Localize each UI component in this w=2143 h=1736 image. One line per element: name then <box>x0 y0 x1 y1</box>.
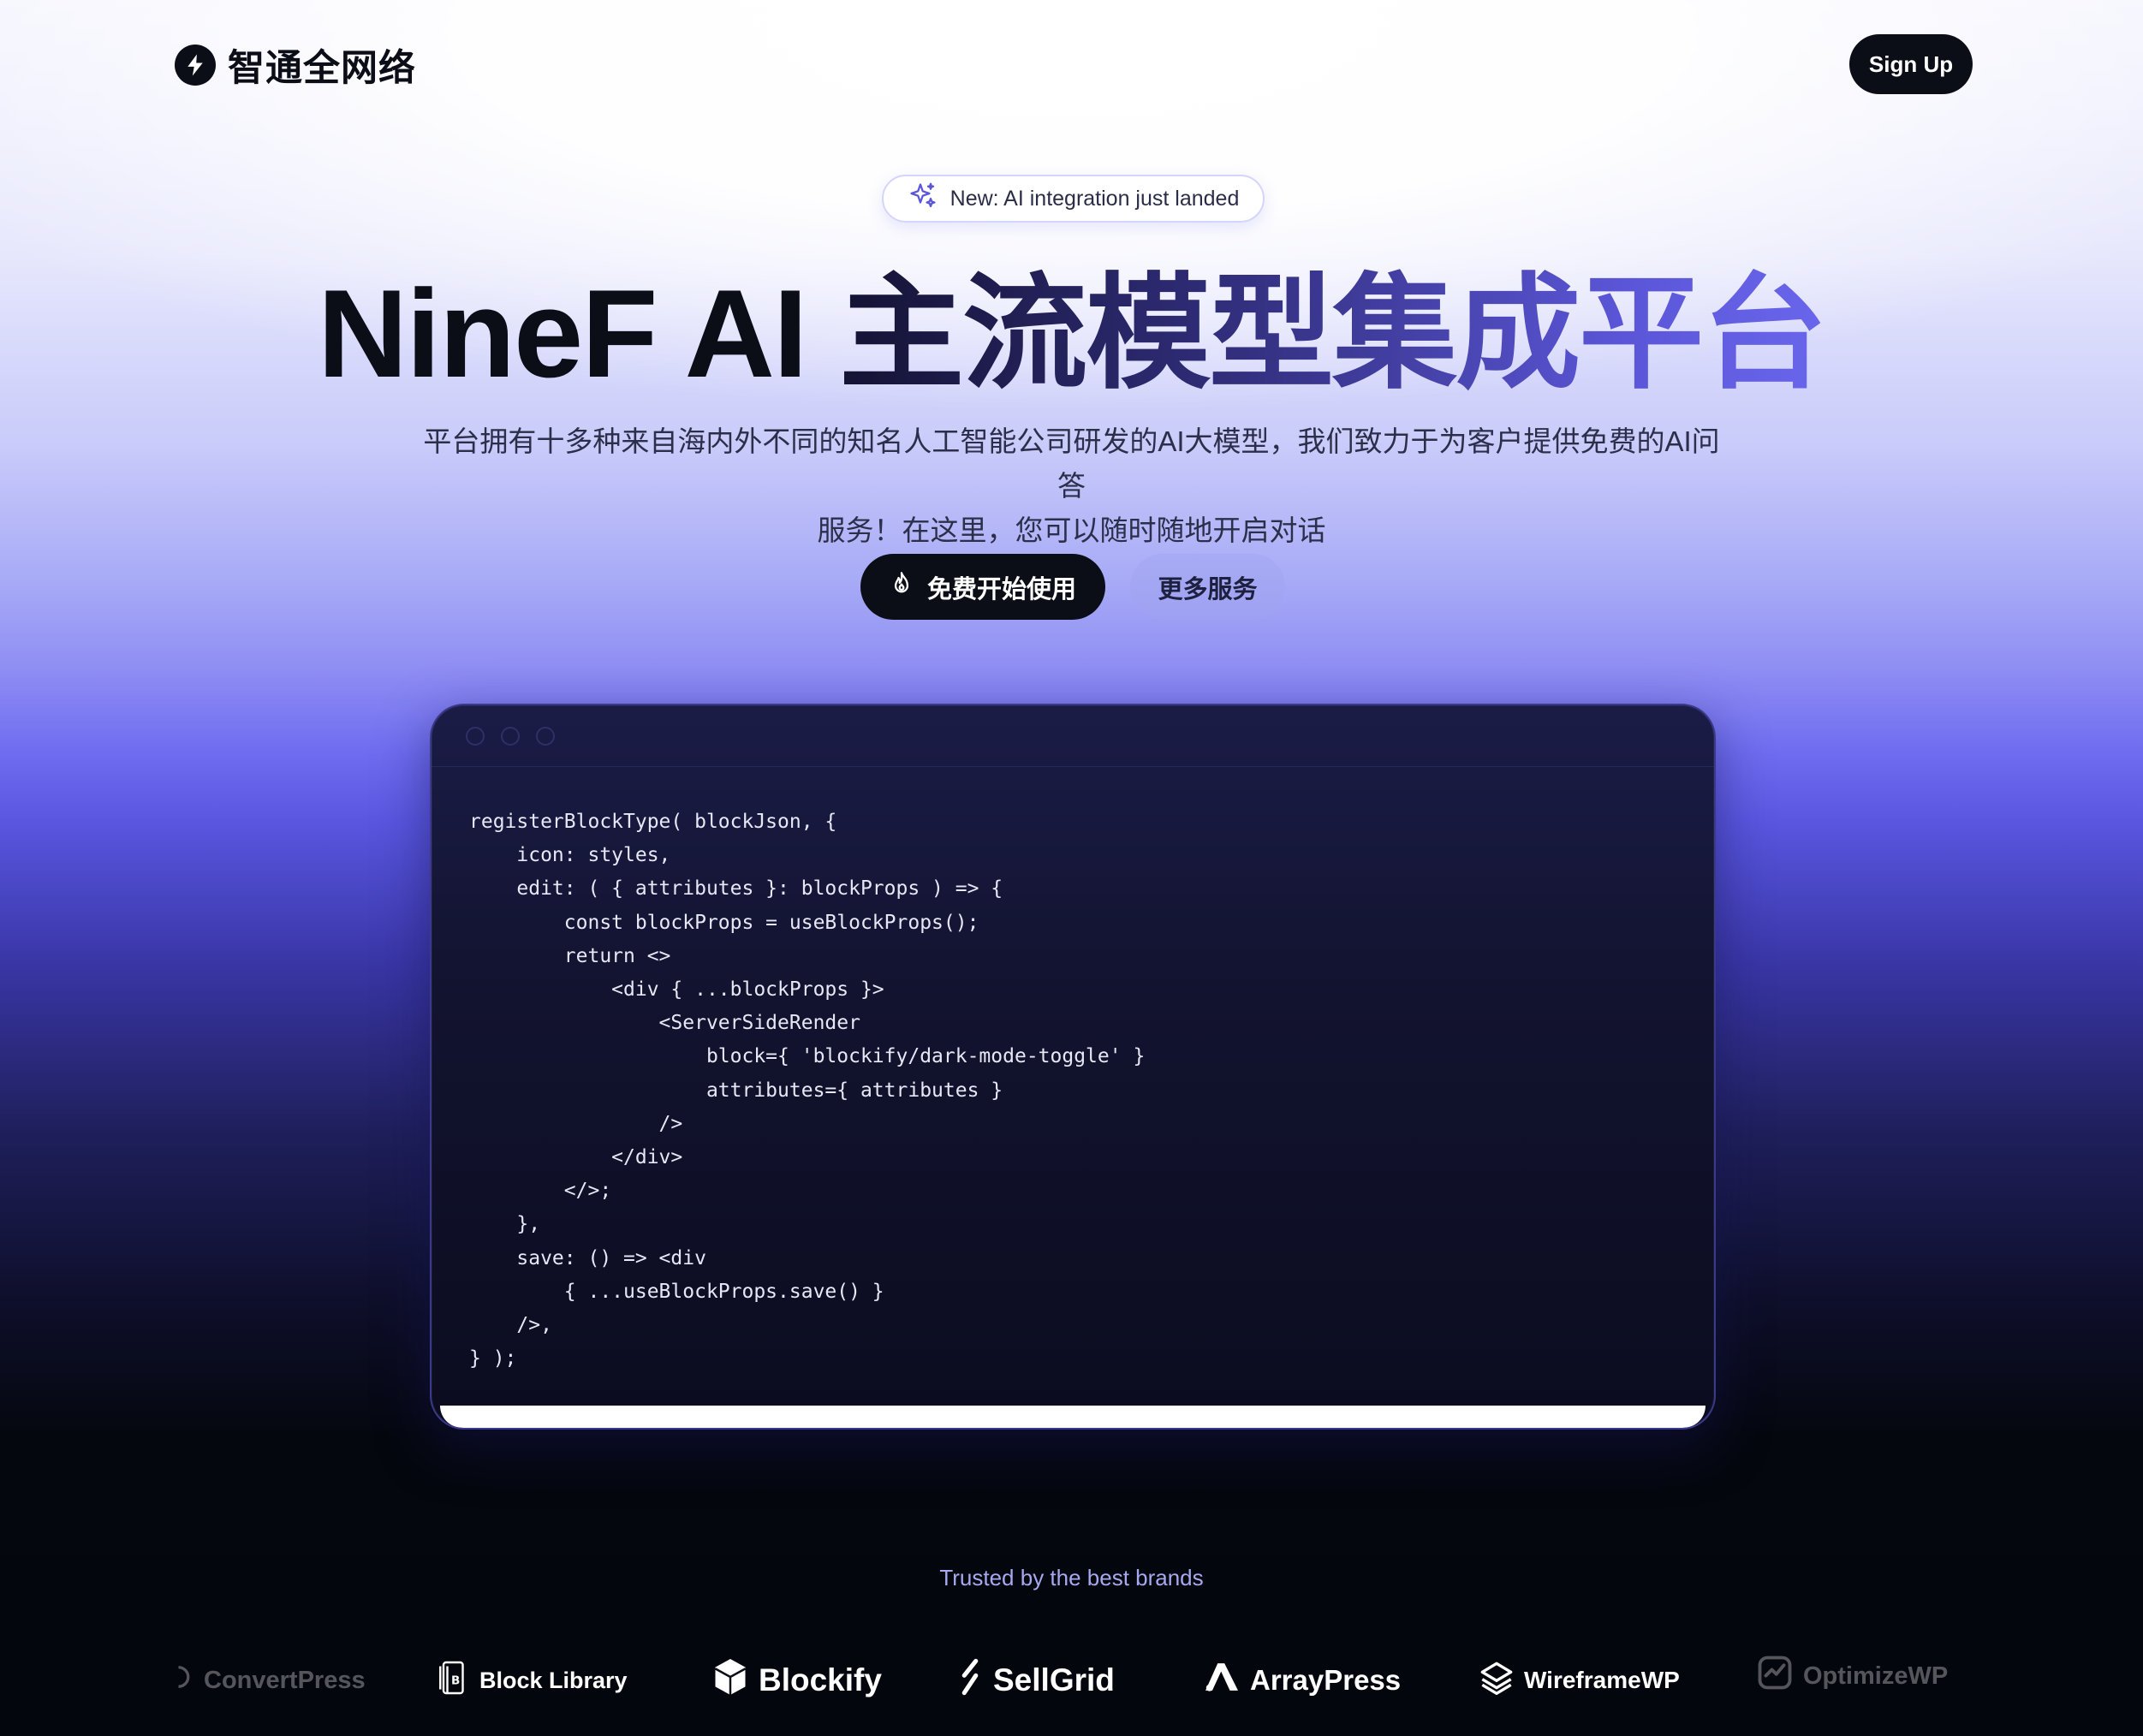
convertpress-icon <box>168 1663 193 1697</box>
more-services-button[interactable]: 更多服务 <box>1130 554 1285 620</box>
code-editor-window: registerBlockType( blockJson, { icon: st… <box>430 704 1716 1430</box>
brand-logo-wireframewp: WireframeWP <box>1479 1656 1680 1704</box>
sellgrid-icon <box>957 1658 983 1703</box>
sparkle-icon <box>908 181 938 217</box>
logo-name: OptimizeWP <box>1803 1662 1949 1690</box>
brand-logo-convertpress: ConvertPress <box>168 1656 366 1704</box>
code-snippet: registerBlockType( blockJson, { icon: st… <box>469 811 1146 1370</box>
flame-icon <box>890 571 914 603</box>
free-start-button[interactable]: 免费开始使用 <box>860 554 1105 620</box>
trusted-label: Trusted by the best brands <box>939 1565 1204 1590</box>
brand-logo-sellgrid: SellGrid <box>957 1656 1115 1704</box>
wireframewp-icon <box>1479 1661 1514 1701</box>
badge-text: New: AI integration just landed <box>949 186 1240 211</box>
brand-logo-block-library: B Block Library <box>438 1656 628 1704</box>
sign-up-button[interactable]: Sign Up <box>1849 34 1973 94</box>
subtitle-line-2: 服务！在这里，您可以随时随地开启对话 <box>817 514 1326 546</box>
logo-name: ConvertPress <box>204 1666 366 1694</box>
headline-gradient-text: 主流模型集成平台 <box>839 264 1827 403</box>
optimizewp-icon <box>1757 1655 1793 1697</box>
brand-logo-arraypress: ArrayPress <box>1204 1656 1401 1704</box>
free-start-label: 免费开始使用 <box>926 575 1076 603</box>
subtitle-line-1: 平台拥有十多种来自海内外不同的知名人工智能公司研发的AI大模型，我们致力于为客户… <box>423 425 1720 502</box>
window-control-dot <box>536 726 555 746</box>
block-library-icon: B <box>438 1658 469 1703</box>
svg-text:B: B <box>451 1674 460 1687</box>
page-title: NineF AI 主流模型集成平台 <box>0 257 2143 411</box>
arraypress-icon <box>1204 1661 1240 1700</box>
announcement-badge[interactable]: New: AI integration just landed <box>882 175 1265 223</box>
lightning-bolt-icon <box>175 45 216 86</box>
blockify-icon <box>712 1657 748 1704</box>
brand-logo-optimizewp: OptimizeWP <box>1757 1652 1948 1700</box>
brand-logo[interactable]: 智通全网络 <box>175 43 416 89</box>
window-titlebar <box>432 705 1714 767</box>
window-control-dot <box>501 726 520 746</box>
window-control-dot <box>466 726 485 746</box>
brand-logo-blockify: Blockify <box>712 1656 882 1704</box>
headline-brand: NineF AI <box>317 264 840 403</box>
site-header: 智通全网络 Sign Up <box>0 0 2143 128</box>
logo-name: WireframeWP <box>1524 1667 1680 1693</box>
hero-subtitle: 平台拥有十多种来自海内外不同的知名人工智能公司研发的AI大模型，我们致力于为客户… <box>411 419 1732 553</box>
logo-name: Blockify <box>759 1662 882 1697</box>
logo-name: Block Library <box>479 1667 628 1693</box>
logo-name: ArrayPress <box>1250 1664 1402 1696</box>
window-footer-strip <box>440 1406 1705 1428</box>
logo-name: SellGrid <box>993 1662 1115 1697</box>
brand-name: 智通全网络 <box>228 48 416 89</box>
